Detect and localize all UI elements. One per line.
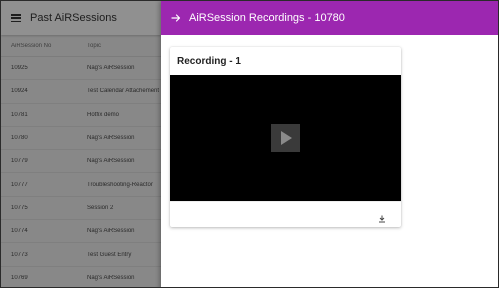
- play-button[interactable]: [271, 124, 300, 152]
- recordings-drawer: AiRSession Recordings - 10780 Recording …: [161, 1, 498, 287]
- download-icon[interactable]: [378, 210, 386, 223]
- recordings-header: AiRSession Recordings - 10780: [161, 1, 498, 35]
- recordings-title: AiRSession Recordings - 10780: [189, 12, 345, 24]
- arrow-right-icon[interactable]: [171, 13, 181, 23]
- recording-card: Recording - 1: [170, 47, 401, 227]
- app-window: Past AiRSessions AiRSession No Topic 109…: [0, 0, 499, 288]
- modal-backdrop[interactable]: [1, 1, 161, 287]
- play-icon: [281, 131, 292, 145]
- video-player[interactable]: [170, 75, 401, 201]
- recording-actions: [170, 201, 401, 227]
- recording-title: Recording - 1: [177, 56, 241, 67]
